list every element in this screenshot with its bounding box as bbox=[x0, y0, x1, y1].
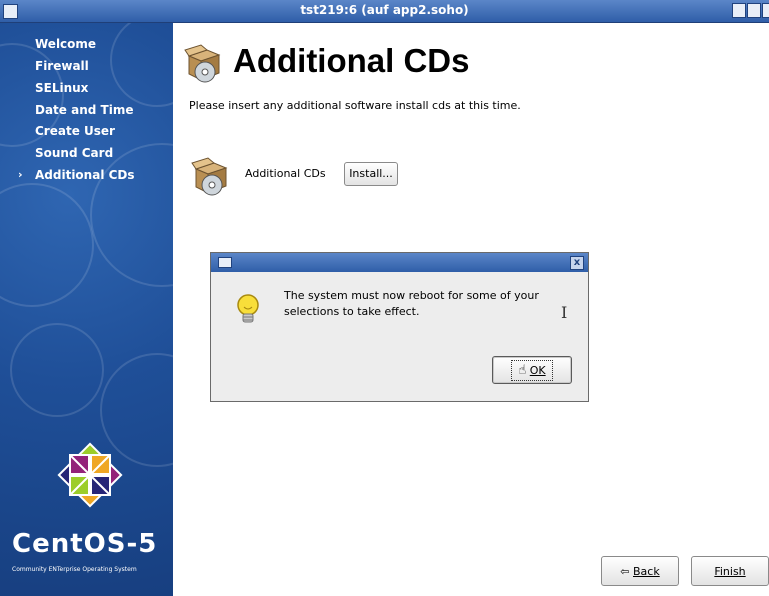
sidebar-item-welcome: Welcome bbox=[35, 37, 97, 51]
minimize-icon[interactable] bbox=[732, 3, 746, 18]
dialog-titlebar[interactable]: x bbox=[211, 253, 588, 272]
page-description: Please insert any additional software in… bbox=[189, 99, 521, 112]
sidebar-item-date-time: Date and Time bbox=[35, 103, 134, 117]
install-button[interactable]: Install... bbox=[344, 162, 398, 186]
back-arrow-icon: ⇦ bbox=[620, 564, 630, 578]
sidebar-item-firewall: Firewall bbox=[35, 59, 89, 73]
lightbulb-icon bbox=[237, 294, 259, 323]
window-titlebar[interactable]: tst219:6 (auf app2.soho) bbox=[0, 0, 769, 23]
ok-hand-icon: ☝ bbox=[518, 362, 527, 378]
maximize-icon[interactable] bbox=[747, 3, 761, 18]
page-title: Additional CDs bbox=[233, 42, 470, 79]
window-title: tst219:6 (auf app2.soho) bbox=[300, 3, 469, 17]
back-button[interactable]: ⇦ Back bbox=[601, 556, 679, 586]
finish-button-label: Finish bbox=[714, 564, 746, 578]
sidebar-item-create-user: Create User bbox=[35, 124, 115, 138]
back-button-label: Back bbox=[633, 564, 660, 578]
dialog-close-icon[interactable]: x bbox=[570, 256, 584, 270]
sidebar-item-additional-cds: Additional CDs bbox=[35, 168, 135, 182]
dialog-menu-icon[interactable] bbox=[218, 257, 232, 268]
sidebar-item-sound-card: Sound Card bbox=[35, 146, 114, 160]
sidebar: Welcome Firewall SELinux Date and Time C… bbox=[0, 23, 173, 596]
current-step-marker: › bbox=[18, 168, 23, 181]
text-cursor-icon: I bbox=[561, 303, 568, 322]
centos-logo-icon bbox=[57, 442, 123, 508]
close-window-icon[interactable] bbox=[762, 3, 769, 18]
centos-tagline: Community ENTerprise Operating System bbox=[12, 566, 137, 573]
ok-button-label: OK bbox=[529, 363, 546, 377]
reboot-dialog: x The system must now reboot for some of… bbox=[210, 252, 589, 402]
finish-button[interactable]: Finish bbox=[691, 556, 769, 586]
additional-cds-label: Additional CDs bbox=[245, 167, 326, 180]
centos-wordmark: CentOS-5 bbox=[12, 529, 158, 559]
dialog-message: The system must now reboot for some of y… bbox=[284, 289, 539, 318]
sidebar-item-selinux: SELinux bbox=[35, 81, 89, 95]
ok-button[interactable]: ☝ OK bbox=[492, 356, 572, 384]
cd-box-icon bbox=[184, 44, 221, 83]
cd-box-icon bbox=[191, 157, 228, 196]
